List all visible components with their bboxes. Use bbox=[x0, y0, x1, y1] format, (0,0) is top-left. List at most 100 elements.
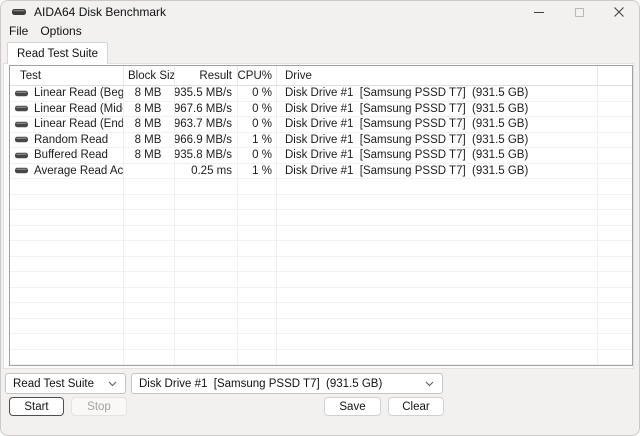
cell-result: 935.5 MB/s bbox=[175, 86, 238, 102]
cell-block-size: 8 MB bbox=[124, 86, 175, 102]
stop-button[interactable]: Stop bbox=[71, 397, 127, 416]
caption-buttons bbox=[519, 1, 639, 23]
clear-button[interactable]: Clear bbox=[388, 397, 444, 416]
cell-test: Buffered Read bbox=[10, 148, 124, 164]
cell-block-size bbox=[124, 287, 175, 303]
cell-block-size bbox=[124, 241, 175, 257]
cell-filler bbox=[598, 241, 632, 257]
drive-select[interactable]: Disk Drive #1 [Samsung PSSD T7] (931.5 G… bbox=[131, 373, 443, 394]
column-header-block-size[interactable]: Block Size bbox=[124, 66, 175, 86]
suite-select-value: Read Test Suite bbox=[13, 377, 94, 390]
cell-block-size bbox=[124, 334, 175, 350]
cell-drive: Disk Drive #1 [Samsung PSSD T7] (931.5 G… bbox=[277, 86, 598, 102]
cell-test bbox=[10, 210, 124, 226]
cell-drive bbox=[277, 241, 598, 257]
cell-test bbox=[10, 318, 124, 334]
table-row[interactable]: Linear Read (Begin)8 MB935.5 MB/s0 %Disk… bbox=[10, 86, 632, 102]
cell-drive bbox=[277, 287, 598, 303]
table-row[interactable]: Random Read 8 MB 966.9 MB/s 1 % Disk Drive #… bbox=[10, 132, 632, 148]
chevron-down-icon bbox=[425, 381, 434, 387]
table-row-empty bbox=[10, 210, 632, 226]
tab-label: Read Test Suite bbox=[17, 47, 98, 60]
save-button[interactable]: Save bbox=[324, 397, 381, 416]
cell-cpu: 0 % bbox=[238, 101, 277, 117]
cell-drive bbox=[277, 210, 598, 226]
menu-options[interactable]: Options bbox=[34, 24, 87, 38]
cell-filler bbox=[598, 288, 632, 303]
cell-drive bbox=[277, 194, 598, 210]
cell-drive bbox=[277, 225, 598, 241]
cell-result: 935.8 MB/s bbox=[175, 148, 238, 164]
cell-filler bbox=[598, 350, 632, 365]
column-header-filler bbox=[598, 66, 632, 86]
cell-result: 0.25 ms bbox=[175, 163, 238, 179]
cell-cpu bbox=[238, 225, 277, 241]
cell-filler bbox=[598, 117, 632, 133]
cell-drive bbox=[277, 256, 598, 272]
table-row[interactable]: Linear Read (End) 8 MB 963.7 MB/s 0 % Disk D… bbox=[10, 117, 632, 133]
cell-test bbox=[10, 349, 124, 365]
table-row[interactable]: Average Read Access 0.25 ms1 %Disk Drive … bbox=[10, 163, 632, 179]
table-row-empty bbox=[10, 194, 632, 210]
window-title: AIDA64 Disk Benchmark bbox=[34, 5, 167, 19]
cell-test: Average Read Access bbox=[10, 163, 124, 179]
cell-result bbox=[175, 349, 238, 365]
close-button[interactable] bbox=[599, 1, 639, 23]
cell-drive bbox=[277, 272, 598, 288]
disk-drive-icon bbox=[15, 90, 28, 96]
cell-filler bbox=[598, 86, 632, 102]
cell-block-size bbox=[124, 303, 175, 319]
cell-result bbox=[175, 272, 238, 288]
maximize-icon bbox=[574, 7, 584, 17]
cell-test bbox=[10, 241, 124, 257]
table-row-empty bbox=[10, 241, 632, 257]
cell-test: Linear Read (End) bbox=[10, 117, 124, 133]
disk-drive-icon bbox=[15, 168, 28, 174]
cell-result bbox=[175, 318, 238, 334]
cell-filler bbox=[598, 319, 632, 334]
cell-filler bbox=[598, 334, 632, 350]
menu-file[interactable]: File bbox=[3, 24, 34, 38]
cell-cpu: 0 % bbox=[238, 86, 277, 102]
column-header-result[interactable]: Result bbox=[175, 66, 238, 86]
test-name: Linear Read (Begin) bbox=[34, 87, 124, 100]
column-header-test[interactable]: Test bbox=[10, 66, 124, 86]
cell-block-size bbox=[124, 225, 175, 241]
cell-drive: Disk Drive #1 [Samsung PSSD T7] (931.5 G… bbox=[277, 163, 598, 179]
cell-cpu bbox=[238, 303, 277, 319]
app-disk-icon bbox=[12, 8, 26, 16]
cell-test: Linear Read (Middle) bbox=[10, 101, 124, 117]
cell-result bbox=[175, 303, 238, 319]
table-row[interactable]: Buffered Read 8 MB 935.8 MB/s 0 % Disk Drive… bbox=[10, 148, 632, 164]
cell-filler bbox=[598, 102, 632, 117]
column-header-drive[interactable]: Drive bbox=[277, 66, 598, 86]
suite-select[interactable]: Read Test Suite bbox=[5, 373, 126, 394]
disk-drive-icon bbox=[15, 121, 28, 127]
table-row[interactable]: Linear Read (Middle)8 MB967.6 MB/s0 %Dis… bbox=[10, 101, 632, 117]
table-row-empty bbox=[10, 334, 632, 350]
cell-test bbox=[10, 334, 124, 350]
cell-result: 967.6 MB/s bbox=[175, 101, 238, 117]
cell-test bbox=[10, 287, 124, 303]
cell-filler bbox=[598, 148, 632, 164]
cell-test: Random Read bbox=[10, 132, 124, 148]
table-row-empty bbox=[10, 179, 632, 195]
minimize-button[interactable] bbox=[519, 1, 559, 23]
cell-block-size bbox=[124, 210, 175, 226]
start-button[interactable]: Start bbox=[9, 397, 64, 416]
cell-cpu: 0 % bbox=[238, 148, 277, 164]
cell-result bbox=[175, 256, 238, 272]
table-row-empty bbox=[10, 287, 632, 303]
cell-drive: Disk Drive #1 [Samsung PSSD T7] (931.5 G… bbox=[277, 132, 598, 148]
close-icon bbox=[614, 7, 624, 17]
cell-drive bbox=[277, 318, 598, 334]
test-name: Buffered Read bbox=[34, 149, 108, 162]
cell-cpu bbox=[238, 256, 277, 272]
cell-cpu bbox=[238, 349, 277, 365]
tab-read-test-suite[interactable]: Read Test Suite bbox=[7, 42, 108, 64]
column-header-cpu[interactable]: CPU% bbox=[238, 66, 277, 86]
cell-block-size bbox=[124, 179, 175, 195]
cell-cpu: 1 % bbox=[238, 132, 277, 148]
cell-drive bbox=[277, 349, 598, 365]
cell-test bbox=[10, 225, 124, 241]
